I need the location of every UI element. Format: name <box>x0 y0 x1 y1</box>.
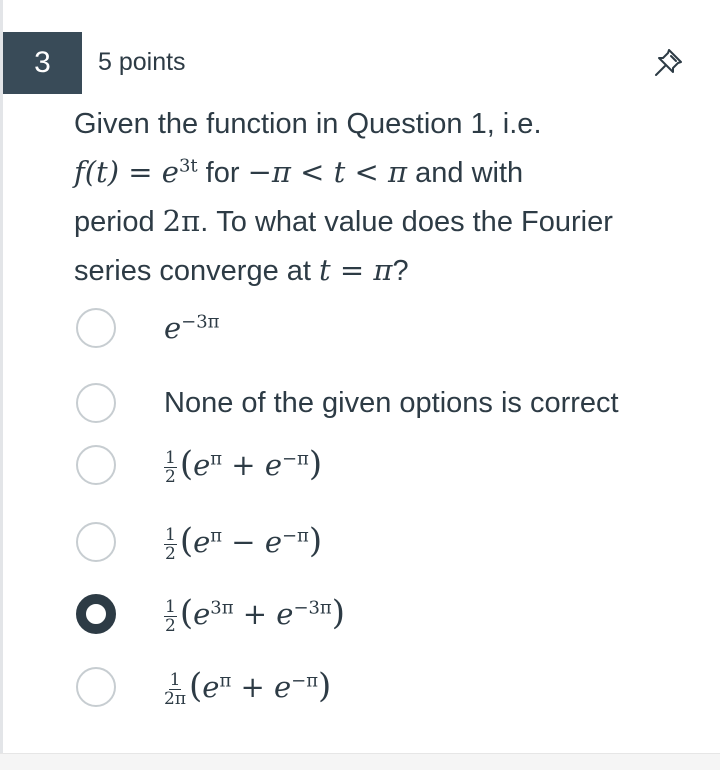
radio-button[interactable] <box>76 308 116 348</box>
answer-option-6[interactable]: 1 2π (eπ + e−π) <box>76 665 331 709</box>
option-label: None of the given options is correct <box>164 386 619 419</box>
answer-option-1[interactable]: e−3π <box>76 306 219 350</box>
fraction: 1 2π <box>164 669 186 709</box>
answer-option-5[interactable]: 1 2 (e3π + e−3π) <box>76 592 345 636</box>
left-border <box>0 0 3 770</box>
radio-button[interactable] <box>76 667 116 707</box>
question-stem: Given the function in Question 1, i.e. f… <box>74 100 694 295</box>
option-label: 1 2 (e3π + e−3π) <box>164 593 346 636</box>
fraction: 12 <box>164 596 177 636</box>
option-label: 1 2 (eπ + e−π) <box>164 444 323 487</box>
question-number-badge: 3 <box>3 32 82 94</box>
answer-option-3[interactable]: 1 2 (eπ + e−π) <box>76 443 322 487</box>
evaluation-point: t = π <box>319 253 393 287</box>
stem-line-4: series converge at t = π? <box>74 253 409 287</box>
option-label: 1 2π (eπ + e−π) <box>164 666 332 709</box>
fraction: 12 <box>164 447 177 487</box>
option-label: 1 2 (eπ − e−π) <box>164 521 323 564</box>
stem-line-1: Given the function in Question 1, i.e. <box>74 108 542 140</box>
answer-option-2[interactable]: None of the given options is correct <box>76 381 619 425</box>
question-points: 5 points <box>98 48 186 76</box>
answer-option-4[interactable]: 1 2 (eπ − e−π) <box>76 520 322 564</box>
question-number: 3 <box>34 46 51 79</box>
bottom-divider <box>0 753 720 770</box>
pin-icon[interactable] <box>652 45 686 79</box>
radio-button[interactable] <box>76 383 116 423</box>
option-label: e−3π <box>164 311 220 345</box>
stem-line-3: period 2π. To what value does the Fourie… <box>74 204 613 238</box>
stem-line-2: f(t) = e3t for −π < t < π and with <box>74 155 524 189</box>
radio-button-selected[interactable] <box>76 594 116 634</box>
period-value: 2π <box>162 204 201 238</box>
fraction: 12 <box>164 524 177 564</box>
radio-button[interactable] <box>76 445 116 485</box>
function-name: f(t) <box>74 155 120 189</box>
radio-button[interactable] <box>76 522 116 562</box>
domain-range: −π < t < π <box>247 155 408 189</box>
